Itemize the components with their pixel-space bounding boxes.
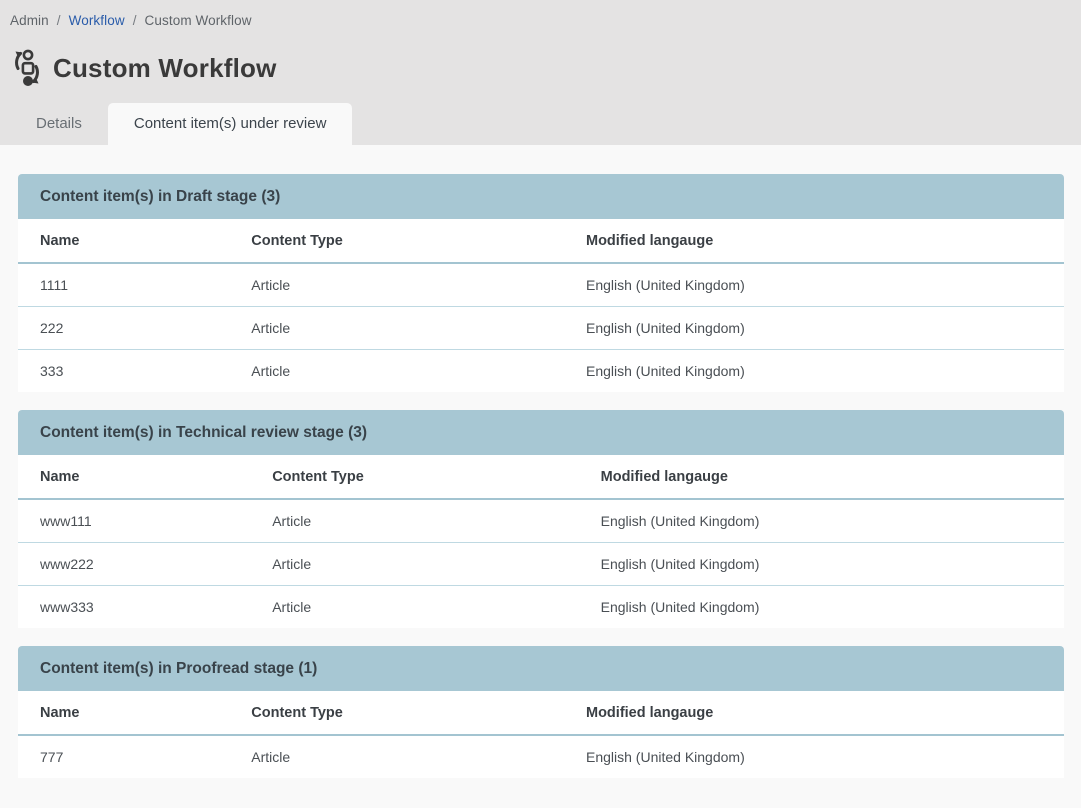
table-header-row: Name Content Type Modified langauge (18, 219, 1064, 263)
tab-details[interactable]: Details (10, 103, 108, 145)
cell-modified-language: English (United Kingdom) (564, 735, 1064, 778)
cell-content-type: Article (229, 263, 564, 307)
content-items-table: Name Content Type Modified langauge 1111… (18, 219, 1064, 392)
column-header-name: Name (18, 219, 229, 263)
column-header-content-type: Content Type (229, 691, 564, 735)
table-row[interactable]: 333 Article English (United Kingdom) (18, 350, 1064, 393)
cell-name: 777 (18, 735, 229, 778)
cell-modified-language: English (United Kingdom) (579, 543, 1064, 586)
column-header-modified-language: Modified langauge (564, 691, 1064, 735)
cell-content-type: Article (250, 543, 578, 586)
tab-panel-content-items: Content item(s) in Draft stage (3) Name … (0, 145, 1081, 778)
column-header-name: Name (18, 691, 229, 735)
column-header-modified-language: Modified langauge (579, 455, 1064, 499)
tab-bar: Details Content item(s) under review (0, 103, 1081, 145)
cell-modified-language: English (United Kingdom) (579, 586, 1064, 629)
table-row[interactable]: www111 Article English (United Kingdom) (18, 499, 1064, 543)
workflow-icon (10, 49, 44, 87)
column-header-content-type: Content Type (250, 455, 578, 499)
breadcrumb: Admin / Workflow / Custom Workflow (0, 0, 1081, 28)
table-row[interactable]: 1111 Article English (United Kingdom) (18, 263, 1064, 307)
cell-name: www333 (18, 586, 250, 629)
cell-content-type: Article (229, 307, 564, 350)
column-header-modified-language: Modified langauge (564, 219, 1064, 263)
column-header-name: Name (18, 455, 250, 499)
content-items-table: Name Content Type Modified langauge www1… (18, 455, 1064, 628)
cell-content-type: Article (250, 586, 578, 629)
section-title: Content item(s) in Technical review stag… (18, 410, 1064, 455)
content-items-table: Name Content Type Modified langauge 777 … (18, 691, 1064, 778)
breadcrumb-item-current: Custom Workflow (145, 13, 252, 28)
table-row[interactable]: 222 Article English (United Kingdom) (18, 307, 1064, 350)
cell-modified-language: English (United Kingdom) (579, 499, 1064, 543)
column-header-content-type: Content Type (229, 219, 564, 263)
cell-name: 1111 (18, 263, 229, 307)
cell-modified-language: English (United Kingdom) (564, 350, 1064, 393)
table-header-row: Name Content Type Modified langauge (18, 455, 1064, 499)
breadcrumb-item-admin: Admin (10, 13, 49, 28)
section-technical-review-stage: Content item(s) in Technical review stag… (18, 410, 1064, 628)
section-title: Content item(s) in Proofread stage (1) (18, 646, 1064, 691)
breadcrumb-separator: / (133, 13, 137, 28)
cell-content-type: Article (250, 499, 578, 543)
cell-modified-language: English (United Kingdom) (564, 263, 1064, 307)
title-row: Custom Workflow (0, 28, 1081, 87)
breadcrumb-link-workflow[interactable]: Workflow (69, 13, 125, 28)
cell-name: 333 (18, 350, 229, 393)
breadcrumb-separator: / (57, 13, 61, 28)
cell-content-type: Article (229, 735, 564, 778)
table-row[interactable]: 777 Article English (United Kingdom) (18, 735, 1064, 778)
cell-name: www111 (18, 499, 250, 543)
cell-content-type: Article (229, 350, 564, 393)
section-draft-stage: Content item(s) in Draft stage (3) Name … (18, 174, 1064, 392)
section-proofread-stage: Content item(s) in Proofread stage (1) N… (18, 646, 1064, 778)
table-row[interactable]: www333 Article English (United Kingdom) (18, 586, 1064, 629)
table-header-row: Name Content Type Modified langauge (18, 691, 1064, 735)
page-header: Admin / Workflow / Custom Workflow Custom Wo… (0, 0, 1081, 145)
cell-modified-language: English (United Kingdom) (564, 307, 1064, 350)
table-row[interactable]: www222 Article English (United Kingdom) (18, 543, 1064, 586)
section-title: Content item(s) in Draft stage (3) (18, 174, 1064, 219)
page-title: Custom Workflow (53, 53, 277, 84)
tab-content-items-under-review[interactable]: Content item(s) under review (108, 103, 353, 145)
cell-name: www222 (18, 543, 250, 586)
cell-name: 222 (18, 307, 229, 350)
